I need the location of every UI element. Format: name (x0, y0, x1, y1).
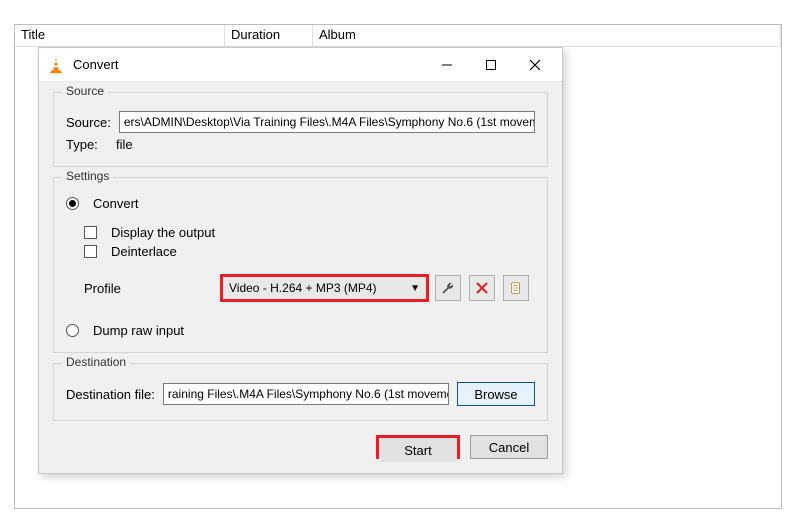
cancel-button[interactable]: Cancel (470, 435, 548, 459)
source-group: Source Source: ers\ADMIN\Desktop\Via Tra… (53, 92, 548, 167)
settings-group: Settings Convert Display the output Dein… (53, 177, 548, 353)
source-input[interactable]: ers\ADMIN\Desktop\Via Training Files\.M4… (119, 111, 535, 133)
wrench-icon (441, 281, 455, 295)
close-button[interactable] (522, 55, 548, 75)
new-profile-button[interactable] (503, 275, 529, 301)
source-group-label: Source (62, 84, 108, 98)
display-output-checkbox[interactable] (84, 226, 97, 239)
dump-raw-radio[interactable] (66, 324, 79, 337)
deinterlace-checkbox[interactable] (84, 245, 97, 258)
destination-label: Destination file: (66, 387, 155, 402)
playlist-columns-header: Title Duration Album (15, 25, 781, 47)
column-title[interactable]: Title (15, 25, 225, 46)
maximize-button[interactable] (478, 55, 504, 75)
column-duration[interactable]: Duration (225, 25, 313, 46)
dump-raw-label: Dump raw input (93, 323, 184, 338)
column-album[interactable]: Album (313, 25, 781, 46)
delete-icon (476, 282, 488, 294)
display-output-label: Display the output (111, 225, 215, 240)
titlebar: Convert (39, 48, 562, 82)
dialog-title: Convert (73, 57, 434, 72)
profile-value: Video - H.264 + MP3 (MP4) (229, 281, 377, 295)
convert-radio[interactable] (66, 197, 79, 210)
settings-group-label: Settings (62, 169, 113, 183)
source-label: Source: (66, 115, 111, 130)
type-value: file (116, 137, 133, 152)
destination-input[interactable]: raining Files\.M4A Files\Symphony No.6 (… (163, 383, 449, 405)
convert-dialog: Convert Source Source: ers\ADMIN\Desktop… (38, 47, 563, 474)
edit-profile-button[interactable] (435, 275, 461, 301)
window-controls (434, 55, 558, 75)
convert-radio-label: Convert (93, 196, 139, 211)
start-button[interactable]: Start (379, 438, 457, 462)
delete-profile-button[interactable] (469, 275, 495, 301)
new-profile-icon (509, 281, 523, 295)
minimize-button[interactable] (434, 55, 460, 75)
vlc-cone-icon (47, 56, 65, 74)
profile-label: Profile (84, 281, 214, 296)
chevron-down-icon: ▼ (410, 283, 420, 294)
browse-button[interactable]: Browse (457, 382, 535, 406)
deinterlace-label: Deinterlace (111, 244, 177, 259)
dialog-buttons: Start Cancel (39, 427, 562, 473)
destination-group-label: Destination (62, 355, 130, 369)
type-label: Type: (66, 137, 108, 152)
destination-group: Destination Destination file: raining Fi… (53, 363, 548, 421)
profile-select[interactable]: Video - H.264 + MP3 (MP4) ▼ (222, 276, 427, 300)
